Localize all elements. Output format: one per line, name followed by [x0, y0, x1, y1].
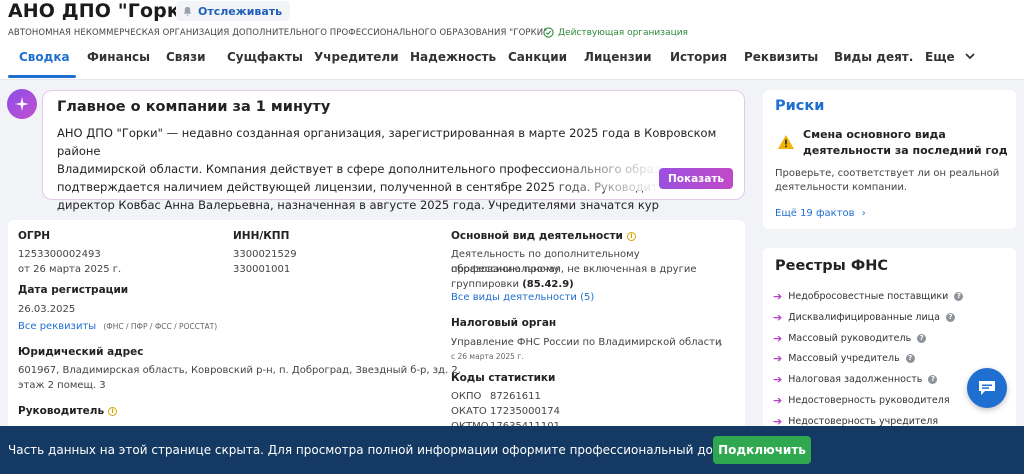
ogrn-date: от 26 марта 2025 г.: [18, 264, 122, 275]
follow-button[interactable]: Отслеживать: [176, 1, 291, 21]
inn-value: 3300021529: [233, 249, 297, 260]
paywall-banner: Часть данных на этой странице скрыта. Дл…: [0, 426, 1024, 474]
tax-label: Налоговый орган: [451, 317, 557, 329]
registry-item[interactable]: ➔ Массовый учредитель?: [773, 352, 915, 365]
chevron-right-icon: ›: [861, 208, 866, 219]
tab-requisites[interactable]: Реквизиты: [744, 50, 818, 74]
tab-summary[interactable]: Сводка: [19, 50, 70, 74]
okpo-value: 87261611: [490, 391, 541, 402]
reg-date-label: Дата регистрации: [18, 284, 129, 296]
more-facts-label: Ещё 19 фактов: [775, 208, 855, 219]
risks-title: Риски: [775, 98, 825, 114]
okpo-label: ОКПО: [451, 391, 482, 402]
registry-item[interactable]: ➔ Недостоверность руководителя: [773, 394, 950, 407]
ogrn-value: 1253300002493: [18, 249, 101, 260]
summary-line: директор Ковбас Анна Валерьевна, назначе…: [57, 198, 659, 212]
registry-item-label: Налоговая задолженность: [788, 374, 923, 385]
check-circle-icon: [543, 27, 554, 38]
tab-sanctions[interactable]: Санкции: [508, 50, 567, 74]
tab-facts[interactable]: Сущфакты: [227, 50, 303, 74]
show-summary-button[interactable]: Показать: [659, 168, 733, 189]
tab-activities[interactable]: Виды деят.: [834, 50, 913, 74]
registry-item[interactable]: ➔ Налоговая задолженность?: [773, 373, 938, 386]
tax-name: Управление ФНС России по Владимирской об…: [451, 337, 722, 348]
activity-code: (85.42.9): [522, 279, 574, 290]
kpp-value: 330001001: [233, 264, 291, 275]
tab-history[interactable]: История: [670, 50, 727, 74]
ai-summary-card: Главное о компании за 1 минуту АНО ДПО "…: [42, 90, 745, 212]
registry-item[interactable]: ➔ Дисквалифицированные лица?: [773, 311, 955, 324]
all-activities-link[interactable]: Все виды деятельности (5): [451, 290, 594, 305]
tab-founders[interactable]: Учредители: [314, 50, 399, 74]
follow-label: Отслеживать: [198, 4, 283, 18]
inn-label: ИНН/КПП: [233, 230, 290, 242]
chat-button[interactable]: [967, 368, 1007, 408]
tab-links[interactable]: Связи: [166, 50, 206, 74]
arrow-right-icon: ➔: [773, 332, 783, 345]
arrow-right-icon: ➔: [773, 394, 783, 407]
more-facts-link[interactable]: Ещё 19 фактов ›: [775, 208, 866, 219]
tab-more-label: Еще: [925, 50, 955, 64]
arrow-right-icon: ➔: [773, 290, 783, 303]
all-requisites-row: Все реквизиты (ФНС / ПФР / ФСС / РОССТАТ…: [18, 319, 217, 334]
help-icon[interactable]: ?: [945, 313, 955, 322]
company-full-name: АВТОНОМНАЯ НЕКОММЕРЧЕСКАЯ ОРГАНИЗАЦИЯ ДО…: [8, 28, 548, 38]
banner-text: Часть данных на этой странице скрыта. Дл…: [8, 443, 742, 457]
registry-item[interactable]: ➔ Массовый руководитель?: [773, 332, 927, 345]
okato-label: ОКАТО: [451, 406, 487, 417]
registry-item-label: Дисквалифицированные лица: [788, 312, 940, 323]
ai-sparkle-icon: [7, 89, 37, 119]
tab-licenses[interactable]: Лицензии: [584, 50, 652, 74]
active-tab-indicator: [8, 75, 76, 78]
chevron-down-icon: [965, 53, 975, 60]
help-icon[interactable]: ?: [928, 375, 938, 384]
arrow-right-icon: ➔: [773, 352, 783, 365]
tab-reliability[interactable]: Надежность: [410, 50, 496, 74]
address-label: Юридический адрес: [18, 346, 144, 358]
tax-date: с 26 марта 2025 г.: [451, 352, 524, 361]
info-icon[interactable]: i: [626, 232, 636, 241]
activity-line: образованию прочая, не включенная в друг…: [451, 264, 697, 275]
head-label: Руководитель: [18, 405, 105, 417]
registry-item-label: Недобросовестные поставщики: [788, 291, 949, 302]
bell-icon: [183, 6, 192, 16]
stat-label: Коды статистики: [451, 372, 556, 384]
registry-item[interactable]: ➔ Недобросовестные поставщики?: [773, 290, 964, 303]
registry-item-label: Массовый учредитель: [788, 353, 900, 364]
risks-card: Риски Смена основного вида деятельности …: [763, 90, 1016, 229]
help-icon[interactable]: ?: [917, 334, 927, 343]
head-label-row: Руководитель i: [18, 405, 118, 417]
chat-icon: [979, 381, 995, 395]
summary-title: Главное о компании за 1 минуту: [57, 99, 331, 115]
page-title: АНО ДПО "Горки": [8, 0, 204, 22]
risk-headline: Смена основного вида деятельности за пос…: [803, 128, 1008, 157]
info-icon[interactable]: i: [108, 407, 118, 416]
activity-line: группировки: [451, 279, 519, 290]
reg-date-value: 26.03.2025: [18, 304, 76, 315]
registry-item-label: Массовый руководитель: [788, 333, 912, 344]
activity-label: Основной вид деятельности: [451, 230, 623, 242]
okato-value: 17235000174: [490, 406, 560, 417]
activity-label-row: Основной вид деятельности i: [451, 230, 636, 242]
tab-finance[interactable]: Финансы: [87, 50, 150, 74]
address-line: 601967, Владимирская область, Ковровский…: [18, 365, 461, 376]
connect-button[interactable]: Подключить: [713, 436, 811, 464]
registry-title: Реестры ФНС: [775, 258, 888, 274]
arrow-right-icon: ➔: [773, 373, 783, 386]
ogrn-label: ОГРН: [18, 230, 51, 242]
help-icon[interactable]: ?: [905, 354, 915, 363]
arrow-right-icon: ➔: [773, 311, 783, 324]
tab-more[interactable]: Еще: [925, 50, 975, 74]
status-badge: Действующая организация: [543, 27, 688, 38]
tab-bar: Сводка Финансы Связи Сущфакты Учредители…: [0, 44, 1024, 80]
risk-description: Проверьте, соответствует ли он реальной …: [775, 168, 1000, 193]
requisites-note: (ФНС / ПФР / ФСС / РОССТАТ): [103, 322, 218, 331]
help-icon[interactable]: ?: [954, 292, 964, 301]
warning-icon: [778, 135, 794, 149]
company-header: АНО ДПО "Горки" Отслеживать АВТОНОМНАЯ Н…: [0, 0, 1024, 80]
status-text: Действующая организация: [558, 27, 688, 38]
all-requisites-link[interactable]: Все реквизиты: [18, 321, 96, 332]
registry-item-label: Недостоверность руководителя: [788, 395, 950, 406]
address-line: этаж 2 помещ. 3: [18, 380, 106, 391]
